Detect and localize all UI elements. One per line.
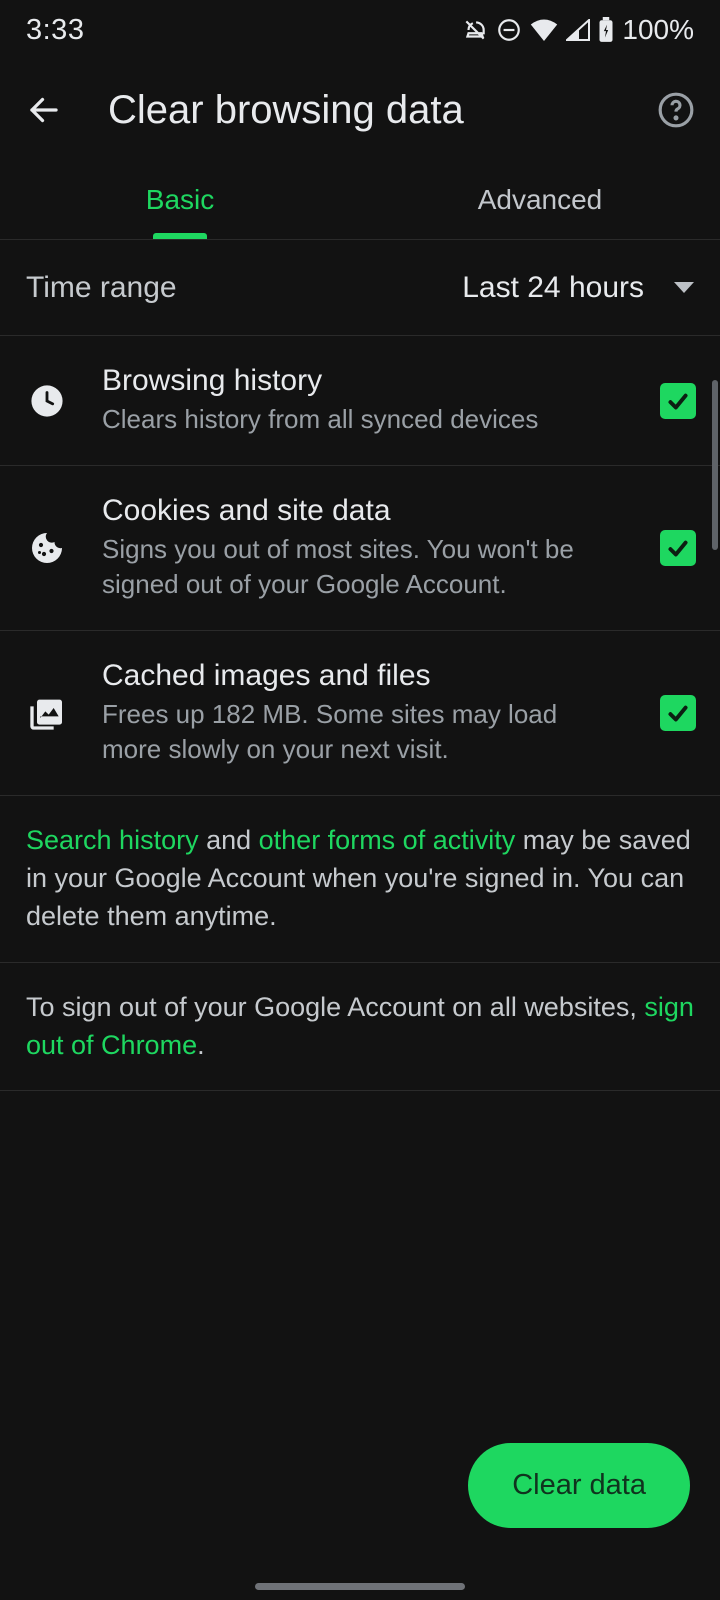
- tab-advanced-label: Advanced: [478, 184, 603, 216]
- status-bar: 3:33 100%: [0, 0, 720, 60]
- option-text: Cached images and files Frees up 182 MB.…: [102, 659, 630, 767]
- option-title: Cookies and site data: [102, 494, 618, 528]
- time-range-row[interactable]: Time range Last 24 hours: [0, 240, 720, 336]
- scrollbar[interactable]: [712, 380, 718, 550]
- time-range-value: Last 24 hours: [462, 271, 644, 305]
- checkbox-cookies[interactable]: [660, 530, 696, 566]
- option-browsing-history[interactable]: Browsing history Clears history from all…: [0, 336, 720, 466]
- fab-label: Clear data: [512, 1469, 646, 1501]
- option-desc: Clears history from all synced devices: [102, 402, 618, 437]
- wifi-icon: [530, 19, 558, 41]
- option-desc: Frees up 182 MB. Some sites may load mor…: [102, 697, 618, 767]
- page-title: Clear browsing data: [108, 88, 612, 133]
- battery-text: 100%: [622, 14, 694, 46]
- clock-icon: [22, 376, 72, 426]
- option-text: Cookies and site data Signs you out of m…: [102, 494, 630, 602]
- nav-handle[interactable]: [255, 1583, 465, 1590]
- option-cookies[interactable]: Cookies and site data Signs you out of m…: [0, 466, 720, 631]
- option-desc: Signs you out of most sites. You won't b…: [102, 532, 618, 602]
- info-search-history: Search history and other forms of activi…: [0, 796, 720, 962]
- status-icons: 100%: [462, 14, 694, 46]
- tab-bar: Basic Advanced: [0, 160, 720, 240]
- battery-icon: [598, 17, 614, 43]
- checkbox-browsing-history[interactable]: [660, 383, 696, 419]
- images-icon: [22, 688, 72, 738]
- status-time: 3:33: [26, 14, 84, 47]
- checkbox-cache[interactable]: [660, 695, 696, 731]
- option-title: Cached images and files: [102, 659, 618, 693]
- help-button[interactable]: [652, 86, 700, 134]
- link-search-history[interactable]: Search history: [26, 825, 199, 855]
- time-range-select[interactable]: Last 24 hours: [462, 271, 694, 305]
- tab-advanced[interactable]: Advanced: [360, 160, 720, 239]
- tab-basic-label: Basic: [146, 184, 214, 216]
- clear-data-button[interactable]: Clear data: [468, 1443, 690, 1528]
- time-range-label: Time range: [26, 271, 177, 305]
- option-title: Browsing history: [102, 364, 618, 398]
- tab-basic[interactable]: Basic: [0, 160, 360, 239]
- app-header: Clear browsing data: [0, 60, 720, 160]
- signal-icon: [566, 19, 590, 41]
- option-cache[interactable]: Cached images and files Frees up 182 MB.…: [0, 631, 720, 796]
- info-sign-out: To sign out of your Google Account on al…: [0, 963, 720, 1092]
- option-text: Browsing history Clears history from all…: [102, 364, 630, 437]
- cookie-icon: [22, 523, 72, 573]
- mute-icon: [462, 17, 488, 43]
- link-other-activity[interactable]: other forms of activity: [259, 825, 516, 855]
- chevron-down-icon: [674, 282, 694, 293]
- dnd-icon: [496, 17, 522, 43]
- back-button[interactable]: [20, 86, 68, 134]
